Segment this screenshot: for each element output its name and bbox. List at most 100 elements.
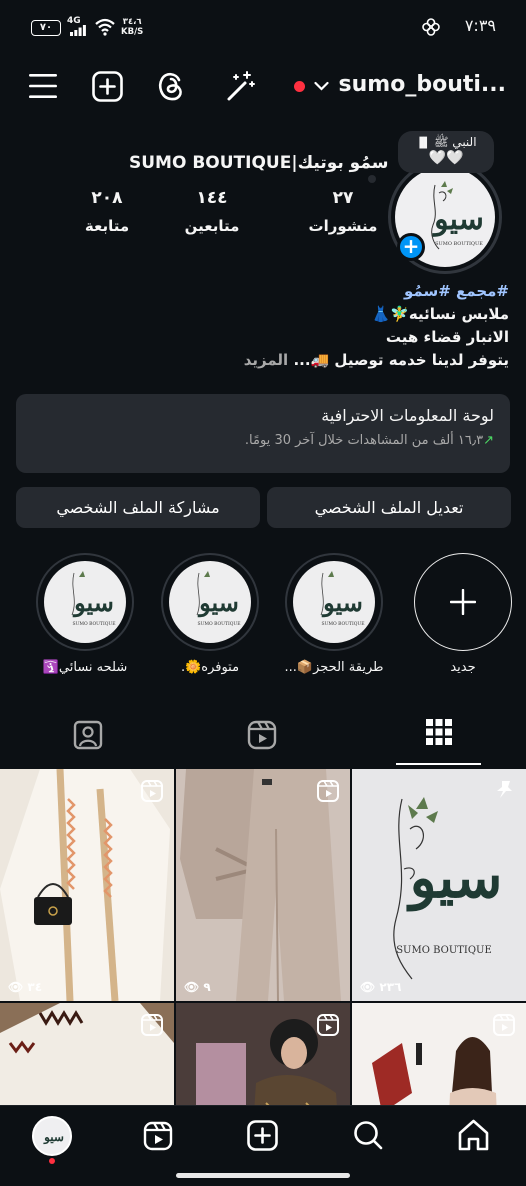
note-bubble-tail — [368, 175, 376, 183]
flower-status-icon — [422, 18, 440, 36]
account-username[interactable]: sumo_bouti... — [339, 72, 506, 97]
posts-grid: 👁 ٣٤ 👁 ٩ سيو SUMO BOUTIQUE 👁 ٢٣٦ — [0, 768, 526, 1105]
post-brand-text: سيو — [406, 845, 503, 912]
post-thumbnail[interactable]: سيو SUMO BOUTIQUE 👁 ٢٣٦ — [352, 769, 526, 1001]
highlight-new-ring[interactable] — [414, 553, 512, 651]
edit-profile-button[interactable]: تعديل الملف الشخصي — [267, 487, 511, 528]
stat-followers-label: متابعين — [184, 217, 240, 235]
system-home-indicator[interactable] — [176, 1173, 350, 1178]
stat-followers-value: ١٤٤ — [196, 188, 228, 208]
highlight-cover: سيو SUMO BOUTIQUE — [293, 561, 375, 643]
top-nav: sumo_bouti... — [0, 62, 526, 112]
highlight-ring[interactable]: سيو SUMO BOUTIQUE — [36, 553, 134, 651]
network-speed: ٣٤،٦ KB/S — [121, 17, 143, 37]
stat-posts[interactable]: ٢٧ منشورات — [298, 188, 388, 235]
profile-bio: #مجمع #سمُو ملابس نسائيه🧚‍♂️👗 الانبار قض… — [9, 280, 509, 372]
nav-reels-icon[interactable] — [143, 1121, 173, 1151]
highlight-booking[interactable]: سيو SUMO BOUTIQUE طريقة الحجز📦... — [284, 553, 384, 675]
stat-posts-value: ٢٧ — [332, 188, 354, 208]
signal-bars-icon — [70, 25, 86, 36]
bio-line: يتوفر لدينا خدمه توصيل 🚚... المزيد — [9, 349, 509, 372]
magic-wand-icon[interactable] — [226, 70, 256, 102]
highlight-logo: سيو SUMO BOUTIQUE — [196, 571, 241, 627]
chevron-down-icon[interactable] — [314, 81, 329, 91]
highlight-label: جديد — [450, 660, 476, 675]
live-indicator — [294, 81, 305, 92]
bio-more-link[interactable]: المزيد — [244, 351, 288, 369]
stat-followers[interactable]: ١٤٤ متابعين — [167, 188, 257, 235]
post-thumbnail[interactable] — [176, 1003, 350, 1105]
nav-profile-avatar[interactable]: سيو — [32, 1116, 72, 1156]
post-thumbnail[interactable]: 👁 ٣٤ — [0, 769, 174, 1001]
view-count: 👁 ٩ — [184, 980, 211, 994]
highlight-brand-sub: SUMO BOUTIQUE — [321, 621, 364, 627]
post-thumbnail[interactable] — [0, 1003, 174, 1105]
bottom-nav: سيو — [0, 1105, 526, 1186]
status-bar: ٧٠ 4G ٣٤،٦ KB/S ٧:٣٩ — [0, 0, 526, 56]
dashboard-stat-value: ١٦٫٣ — [457, 433, 484, 448]
post-brand-sub: SUMO BOUTIQUE — [396, 945, 492, 956]
highlight-brand-text: سيو — [72, 588, 114, 618]
note-hearts: 🤍🤍 — [428, 150, 464, 166]
tab-grid-icon[interactable] — [426, 719, 452, 745]
view-count: 👁 ٣٤ — [8, 980, 43, 994]
highlight-brand-sub: SUMO BOUTIQUE — [197, 621, 240, 627]
post-image-logo: سيو SUMO BOUTIQUE — [352, 769, 526, 1001]
reel-badge-icon — [317, 780, 339, 802]
nav-search-icon[interactable] — [353, 1120, 383, 1152]
post-image-linen-set — [176, 769, 350, 1001]
pin-icon — [497, 781, 512, 798]
post-image-abaya — [0, 769, 174, 1001]
post-thumbnail[interactable] — [352, 1003, 526, 1105]
trend-up-icon: ↗ — [483, 433, 494, 448]
stat-following[interactable]: ٢٠٨ متابعة — [62, 188, 152, 235]
create-post-icon[interactable] — [92, 71, 123, 102]
nav-profile-logo: سيو — [43, 1130, 64, 1145]
bio-line: ملابس نسائيه🧚‍♂️👗 — [371, 305, 509, 323]
share-profile-button[interactable]: مشاركة الملف الشخصي — [16, 487, 260, 528]
profile-tabs — [0, 712, 526, 766]
highlight-brand-text: سيو — [321, 588, 363, 618]
highlight-label: متوفره🌼. — [180, 660, 240, 675]
view-count: 👁 ٢٣٦ — [360, 980, 402, 994]
wifi-icon — [95, 18, 115, 36]
nav-home-icon[interactable] — [458, 1119, 489, 1151]
view-count-value: ٩ — [203, 980, 211, 994]
profile-note[interactable]: ▐▌ النبي ﷺ 🤍🤍 — [398, 131, 494, 173]
professional-dashboard[interactable]: لوحة المعلومات الاحترافية ↗١٦٫٣ ألف من ا… — [16, 394, 510, 473]
nav-create-icon[interactable] — [247, 1120, 278, 1151]
stat-following-value: ٢٠٨ — [91, 188, 123, 208]
add-story-button[interactable]: + — [397, 233, 425, 261]
note-text: النبي ﷺ — [434, 135, 477, 149]
highlight-shalha[interactable]: سيو SUMO BOUTIQUE شلحه نسائي🛐 — [35, 553, 135, 675]
dashboard-title: لوحة المعلومات الاحترافية — [321, 406, 494, 425]
reel-badge-icon — [317, 1014, 339, 1036]
reel-badge-icon — [141, 1014, 163, 1036]
highlight-ring[interactable]: سيو SUMO BOUTIQUE — [285, 553, 383, 651]
nav-profile-brand-text: سيو — [43, 1130, 64, 1145]
speed-unit: KB/S — [121, 27, 144, 37]
menu-icon[interactable] — [29, 73, 57, 99]
highlight-cover: سيو SUMO BOUTIQUE — [44, 561, 126, 643]
threads-icon[interactable] — [157, 71, 185, 102]
speed-value: ٣٤،٦ — [122, 17, 142, 27]
battery-indicator: ٧٠ — [31, 20, 61, 36]
avatar-brand-sub: SUMO BOUTIQUE — [435, 241, 483, 247]
highlight-logo: سيو SUMO BOUTIQUE — [71, 571, 116, 627]
bio-hashtags[interactable]: #مجمع #سمُو — [9, 280, 509, 303]
tab-reels-icon[interactable] — [247, 720, 277, 750]
view-count-value: ٢٣٦ — [379, 980, 402, 994]
note-line1: ▐▌ النبي ﷺ — [398, 135, 494, 151]
dashboard-stat-text: ألف من المشاهدات خلال آخر 30 يومًا. — [244, 433, 454, 448]
plus-icon — [450, 589, 476, 615]
tab-tagged-icon[interactable] — [73, 720, 103, 750]
stat-following-label: متابعة — [84, 217, 130, 235]
active-tab-indicator — [396, 763, 481, 765]
stat-posts-label: منشورات — [308, 217, 378, 235]
highlight-available[interactable]: سيو SUMO BOUTIQUE متوفره🌼. — [160, 553, 260, 675]
note-audio-icon: ▐▌ — [415, 138, 434, 149]
view-count-value: ٣٤ — [27, 980, 43, 994]
post-thumbnail[interactable]: 👁 ٩ — [176, 769, 350, 1001]
highlight-new[interactable]: جديد — [413, 553, 513, 675]
highlight-ring[interactable]: سيو SUMO BOUTIQUE — [161, 553, 259, 651]
